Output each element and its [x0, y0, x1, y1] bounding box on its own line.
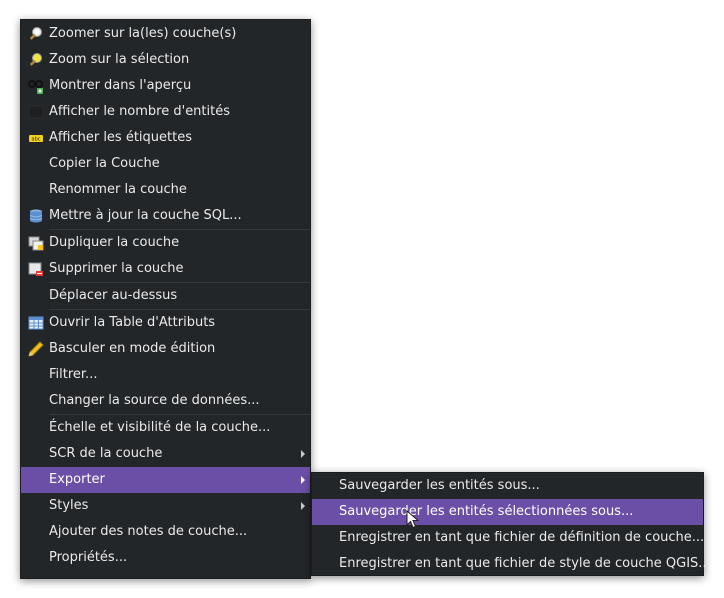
submenu-arrow-icon	[301, 476, 305, 484]
menu-item-label: Renommer la couche	[49, 182, 187, 197]
zoom-selection-icon	[28, 52, 44, 68]
submenu-item-save-layer-definition[interactable]: Enregistrer en tant que fichier de défin…	[312, 525, 705, 551]
zoom-layer-icon	[28, 26, 44, 42]
menu-item-label: Afficher le nombre d'entités	[49, 104, 231, 119]
menu-item-update-sql-layer[interactable]: Mettre à jour la couche SQL...	[21, 203, 310, 229]
duplicate-layer-icon	[28, 235, 44, 251]
menu-item-label: Basculer en mode édition	[49, 341, 216, 356]
menu-item-copy-layer[interactable]: Copier la Couche	[21, 151, 310, 177]
menu-item-label: Ajouter des notes de couche...	[49, 524, 248, 539]
menu-item-remove-layer[interactable]: Supprimer la couche	[21, 256, 310, 282]
menu-item-label: Filtrer...	[49, 367, 98, 382]
menu-item-move-to-top[interactable]: Déplacer au-dessus	[21, 283, 310, 309]
menu-item-label: Zoom sur la sélection	[49, 52, 190, 67]
remove-layer-icon	[28, 261, 44, 277]
menu-item-rename-layer[interactable]: Renommer la couche	[21, 177, 310, 203]
submenu-item-save-selected-features-as[interactable]: Sauvegarder les entités sélectionnées so…	[312, 499, 703, 525]
menu-item-label: Zoomer sur la(les) couche(s)	[49, 26, 237, 41]
pencil-icon	[28, 341, 44, 357]
menu-item-styles[interactable]: Styles	[21, 493, 310, 519]
submenu-item-label: Enregistrer en tant que fichier de défin…	[339, 530, 705, 545]
submenu-item-label: Sauvegarder les entités sous...	[339, 478, 540, 493]
submenu-arrow-icon	[301, 502, 305, 510]
menu-item-label: Ouvrir la Table d'Attributs	[49, 315, 216, 330]
menu-item-label: Échelle et visibilité de la couche...	[49, 420, 271, 435]
menu-item-scale-visibility[interactable]: Échelle et visibilité de la couche...	[21, 415, 310, 441]
submenu-arrow-icon	[301, 450, 305, 458]
menu-item-label: Déplacer au-dessus	[49, 288, 178, 303]
menu-item-show-feature-count[interactable]: Afficher le nombre d'entités	[21, 99, 310, 125]
overview-icon	[28, 78, 44, 94]
menu-item-zoom-to-selection[interactable]: Zoom sur la sélection	[21, 47, 310, 73]
attribute-table-icon	[28, 315, 44, 331]
menu-item-change-data-source[interactable]: Changer la source de données...	[21, 388, 310, 414]
submenu-item-label: Sauvegarder les entités sélectionnées so…	[339, 504, 634, 519]
menu-item-zoom-to-layers[interactable]: Zoomer sur la(les) couche(s)	[21, 21, 310, 47]
submenu-item-save-features-as[interactable]: Sauvegarder les entités sous...	[312, 473, 703, 499]
menu-item-layer-crs[interactable]: SCR de la couche	[21, 441, 310, 467]
labels-icon: abc	[28, 130, 44, 146]
menu-item-label: Montrer dans l'aperçu	[49, 78, 192, 93]
submenu-item-label: Enregistrer en tant que fichier de style…	[339, 556, 711, 571]
menu-item-label: Dupliquer la couche	[49, 235, 180, 250]
menu-item-label: Changer la source de données...	[49, 393, 260, 408]
menu-item-label: Supprimer la couche	[49, 261, 184, 276]
layer-context-menu: Zoomer sur la(les) couche(s) Zoom sur la…	[20, 19, 311, 579]
menu-item-properties[interactable]: Propriétés...	[21, 545, 310, 571]
menu-item-label: SCR de la couche	[49, 446, 163, 461]
menu-item-show-labels[interactable]: abc Afficher les étiquettes	[21, 125, 310, 151]
menu-item-filter[interactable]: Filtrer...	[21, 362, 310, 388]
menu-item-export[interactable]: Exporter	[21, 467, 310, 493]
menu-item-add-layer-notes[interactable]: Ajouter des notes de couche...	[21, 519, 310, 545]
feature-count-icon	[28, 104, 44, 120]
mouse-cursor-icon	[406, 510, 420, 529]
menu-item-toggle-editing[interactable]: Basculer en mode édition	[21, 336, 310, 362]
menu-item-label: Mettre à jour la couche SQL...	[49, 208, 242, 223]
menu-item-label: Styles	[49, 498, 89, 513]
database-icon	[28, 208, 44, 224]
export-submenu: Sauvegarder les entités sous... Sauvegar…	[311, 472, 711, 577]
menu-item-open-attribute-table[interactable]: Ouvrir la Table d'Attributs	[21, 310, 310, 336]
menu-item-label: Copier la Couche	[49, 156, 160, 171]
submenu-item-save-qgis-style[interactable]: Enregistrer en tant que fichier de style…	[312, 551, 711, 577]
menu-item-label: Exporter	[49, 472, 105, 487]
svg-text:abc: abc	[32, 137, 41, 143]
menu-item-label: Afficher les étiquettes	[49, 130, 192, 145]
menu-item-duplicate-layer[interactable]: Dupliquer la couche	[21, 230, 310, 256]
menu-item-label: Propriétés...	[49, 550, 128, 565]
menu-item-show-in-overview[interactable]: Montrer dans l'aperçu	[21, 73, 310, 99]
